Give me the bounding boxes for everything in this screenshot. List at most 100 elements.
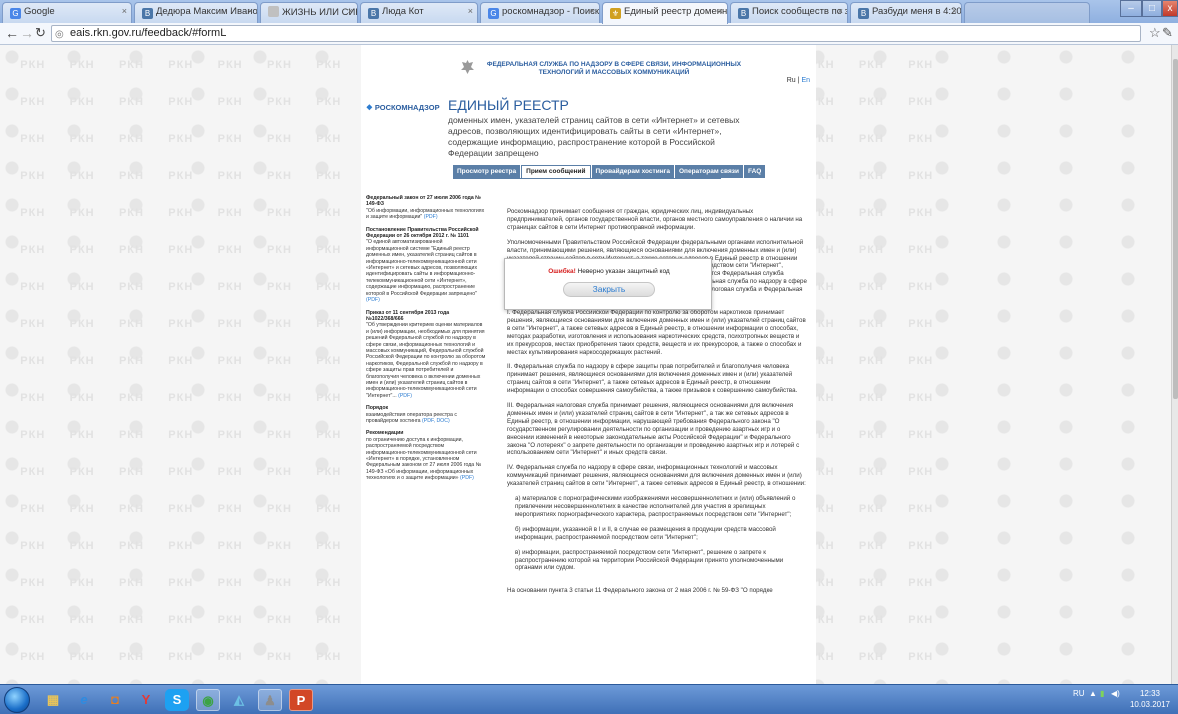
registry-subtitle: доменных имен, указателей страниц сайтов… — [448, 115, 740, 158]
close-tab-icon[interactable]: × — [468, 6, 473, 16]
forward-arrow-icon[interactable]: → — [20, 25, 34, 41]
error-dialog: Ошибка! Неверно указан защитный код Закр… — [504, 258, 712, 310]
close-dialog-button[interactable]: Закрыть — [563, 282, 655, 297]
close-tab-icon[interactable]: × — [590, 6, 595, 16]
intro-paragraph: Роскомнадзор принимает сообщения от граж… — [507, 208, 803, 231]
lang-separator: | — [797, 77, 800, 84]
doc-government-decree: Постановление Правительства Российской Ф… — [366, 227, 486, 304]
roskomnadzor-logo[interactable]: ❖ РОСКОМНАДЗОР — [366, 103, 440, 112]
minimize-button[interactable]: – — [1120, 0, 1142, 17]
emblem-favicon-icon: ⚜ — [610, 8, 621, 19]
tab-title: Google — [24, 6, 55, 17]
windows-taskbar: ▦ e ◘ Y S ◉ ◭ ♟ P RU ▲ ▮ ◀) 12:33 10.03.… — [0, 684, 1178, 714]
volume-icon[interactable]: ◀) — [1111, 689, 1120, 698]
tray-expand-icon[interactable]: ▲ — [1089, 689, 1097, 698]
error-message: Ошибка! Неверно указан защитный код — [505, 268, 713, 275]
coat-of-arms-icon — [461, 60, 474, 74]
clock-date: 10.03.2017 — [1129, 700, 1171, 709]
tab-title: Единый реестр доменных — [624, 6, 728, 17]
browser-tab-blue-whale[interactable]: ЖИЗНЬ ИЛИ СИНИЙ КИТ× — [260, 2, 358, 23]
close-tab-icon[interactable]: × — [122, 6, 127, 16]
doc-pdf-doc-link[interactable]: (PDF, DOC) — [422, 418, 450, 424]
address-bar[interactable]: ◎ eais.rkn.gov.ru/feedback/#formL — [51, 25, 1141, 42]
start-button[interactable] — [4, 687, 30, 713]
section-i-paragraph: I. Федеральная служба Российской Федерац… — [507, 308, 806, 356]
close-tab-icon[interactable]: × — [248, 6, 253, 16]
doc-pdf-link[interactable]: (PDF) — [366, 297, 380, 303]
doc-procedure: Порядок взаимодействия оператора реестра… — [366, 405, 486, 424]
item-a-paragraph: а) материалов с порнографическими изобра… — [515, 495, 796, 518]
section-iii-paragraph: III. Федеральная налоговая служба приним… — [507, 402, 800, 457]
close-tab-icon[interactable]: × — [952, 6, 957, 16]
system-clock[interactable]: 12:33 10.03.2017 — [1126, 688, 1174, 710]
tab-title: роскомнадзор - Поиск в Goo — [502, 6, 600, 17]
agency-name: ФЕДЕРАЛЬНАЯ СЛУЖБА ПО НАДЗОРУ В СФЕРЕ СВ… — [486, 61, 742, 76]
close-tab-icon[interactable]: × — [718, 6, 723, 16]
item-c-paragraph: в) информации, распространяемой посредст… — [515, 548, 784, 572]
browser-tab-wake-me[interactable]: В Разбуди меня в 4:20 × — [850, 2, 962, 23]
tab-title: Дедюра Максим Иванови — [156, 6, 258, 17]
vk-favicon-icon: В — [142, 8, 153, 19]
tab-title: Люда Кот — [382, 6, 424, 17]
bookmark-star-icon[interactable]: ☆ — [1149, 25, 1161, 41]
page-scrollbar[interactable] — [1171, 45, 1178, 684]
yandex-icon[interactable]: Y — [134, 689, 158, 711]
main-text: Роскомнадзор принимает сообщения от граж… — [507, 165, 807, 595]
explorer-icon[interactable]: ▦ — [41, 689, 65, 711]
error-text: Неверно указан защитный код — [577, 268, 670, 275]
language-indicator[interactable]: RU — [1073, 689, 1085, 698]
browser-tab-vk-dedyura[interactable]: В Дедюра Максим Иванови × — [134, 2, 258, 23]
doc-text: "Об утверждении критериев оценки материа… — [366, 322, 486, 399]
logo-text: РОСКОМНАДЗОР — [374, 103, 440, 112]
rkn-logo-icon: ❖ — [366, 103, 373, 112]
vk-favicon-icon: В — [858, 8, 869, 19]
maps-icon[interactable]: ◭ — [227, 689, 251, 711]
reload-icon[interactable]: ↻ — [35, 25, 46, 41]
page-viewport: РКН РКН РКН РКН РКН РКН РКН РКН РКН РКН … — [0, 45, 1171, 684]
browser-tab-registry[interactable]: ⚜ Единый реестр доменных × — [602, 2, 728, 24]
lang-ru-link[interactable]: Ru — [787, 77, 796, 84]
clock-time: 12:33 — [1139, 689, 1161, 698]
user-app-icon[interactable]: ♟ — [258, 689, 282, 711]
page-favicon-icon — [268, 6, 279, 17]
doc-heading: Федеральный закон от 27 июля 2006 года №… — [366, 195, 481, 208]
doc-pdf-link[interactable]: (PDF) — [398, 393, 412, 399]
close-tab-icon[interactable]: × — [838, 6, 843, 16]
doc-heading: Постановление Правительства Российской Ф… — [366, 226, 479, 240]
doc-heading: Приказ от 11 сентября 2013 года №1022/36… — [366, 309, 450, 322]
google-favicon-icon: G — [10, 8, 21, 19]
documents-sidebar: Федеральный закон от 27 июля 2006 года №… — [366, 195, 486, 488]
page-content: ФЕДЕРАЛЬНАЯ СЛУЖБА ПО НАДЗОРУ В СФЕРЕ СВ… — [361, 45, 816, 684]
chrome-icon[interactable]: ◉ — [196, 689, 220, 711]
network-icon[interactable]: ▮ — [1100, 689, 1104, 698]
doc-recommendations: Рекомендации по ограничению доступа к ин… — [366, 430, 486, 481]
close-window-button[interactable]: x — [1162, 0, 1178, 17]
item-b-paragraph: б) информации, указанной в I и II, в слу… — [515, 525, 776, 541]
language-switcher: Ru | En — [787, 77, 810, 84]
browser-tab-vk-search[interactable]: ВПоиск сообществ по запр× — [730, 2, 848, 23]
tab-title: Разбуди меня в 4:20 — [872, 6, 962, 17]
outlook-icon[interactable]: ◘ — [103, 689, 127, 711]
browser-toolbar: ← → ↻ ◎ eais.rkn.gov.ru/feedback/#formL … — [0, 23, 1178, 45]
ie-icon[interactable]: e — [72, 689, 96, 711]
back-arrow-icon[interactable]: ← — [5, 25, 19, 41]
page-info-icon[interactable]: ◎ — [55, 27, 64, 42]
browser-tab-google-search[interactable]: Gроскомнадзор - Поиск в Goo× — [480, 2, 600, 23]
settings-wrench-icon[interactable]: ✎ — [1162, 25, 1173, 41]
browser-tab-google[interactable]: G Google × — [2, 2, 132, 23]
doc-pdf-link[interactable]: (PDF) — [460, 475, 474, 481]
browser-tab-blurred[interactable] — [964, 2, 1090, 23]
doc-federal-law: Федеральный закон от 27 июля 2006 года №… — [366, 195, 486, 221]
vk-favicon-icon: В — [738, 8, 749, 19]
browser-tab-lyuda-kot[interactable]: В Люда Кот × — [360, 2, 478, 23]
registry-title: ЕДИНЫЙ РЕЕСТР — [448, 97, 569, 113]
tab-title: ЖИЗНЬ ИЛИ СИНИЙ КИТ — [282, 7, 357, 18]
section-ii-paragraph: II. Федеральная служба по надзору в сфер… — [507, 363, 798, 395]
skype-icon[interactable]: S — [165, 689, 189, 711]
scrollbar-thumb[interactable] — [1173, 59, 1178, 399]
doc-pdf-link[interactable]: (PDF) — [424, 214, 438, 220]
close-tab-icon[interactable]: × — [348, 6, 353, 16]
maximize-button[interactable]: □ — [1142, 0, 1162, 17]
lang-en-link[interactable]: En — [801, 77, 810, 84]
powerpoint-icon[interactable]: P — [289, 689, 313, 711]
